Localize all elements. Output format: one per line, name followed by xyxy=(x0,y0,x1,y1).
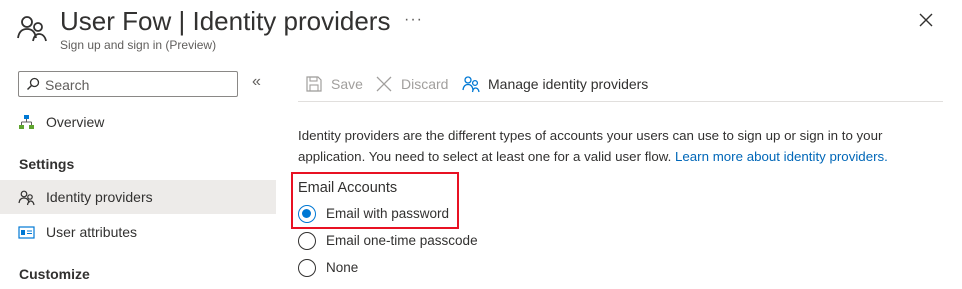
email-accounts-label: Email Accounts xyxy=(298,180,398,196)
more-options-button[interactable]: ··· xyxy=(404,11,423,29)
save-icon xyxy=(306,76,322,92)
discard-button[interactable]: Discard xyxy=(375,75,450,95)
sidebar-item-overview[interactable]: Overview xyxy=(0,105,276,139)
radio-label: Email one-time passcode xyxy=(326,233,478,248)
page-subtitle: Sign up and sign in (Preview) xyxy=(60,38,217,52)
manage-identity-providers-button[interactable]: Manage identity providers xyxy=(462,75,652,95)
sidebar-section-settings: Settings xyxy=(19,156,75,172)
learn-more-link[interactable]: Learn more about identity providers. xyxy=(675,149,888,164)
sidebar-section-customize: Customize xyxy=(19,266,90,282)
radio-email-with-password[interactable] xyxy=(298,205,316,223)
users-icon xyxy=(462,76,480,93)
page-title: User Fow | Identity providers xyxy=(60,5,390,37)
save-button[interactable]: Save xyxy=(305,75,365,95)
radio-label: None xyxy=(326,260,359,275)
sidebar-item-label: Identity providers xyxy=(46,189,153,205)
search-icon xyxy=(26,77,40,91)
search-input[interactable]: Search xyxy=(18,71,238,97)
hierarchy-icon xyxy=(18,114,35,131)
sidebar-item-label: User attributes xyxy=(46,224,138,240)
close-icon[interactable] xyxy=(916,10,936,30)
discard-label: Discard xyxy=(401,76,449,92)
page-title-main: User Fow xyxy=(60,6,172,36)
page-title-sub: Identity providers xyxy=(192,6,391,36)
sidebar-item-identity-providers[interactable]: Identity providers xyxy=(0,180,276,214)
id-card-icon xyxy=(18,224,35,241)
radio-email-one-time-passcode[interactable] xyxy=(298,232,316,250)
radio-label: Email with password xyxy=(326,206,450,221)
description-text: Identity providers are the different typ… xyxy=(298,125,928,167)
collapse-sidebar-button[interactable]: « xyxy=(252,73,261,91)
toolbar-divider xyxy=(298,101,943,102)
save-label: Save xyxy=(331,76,363,92)
search-placeholder: Search xyxy=(45,77,90,93)
title-separator: | xyxy=(178,6,186,36)
users-icon xyxy=(18,189,35,206)
sidebar-item-user-attributes[interactable]: User attributes xyxy=(0,215,276,249)
manage-identity-providers-label: Manage identity providers xyxy=(488,76,649,92)
radio-none[interactable] xyxy=(298,259,316,277)
users-icon xyxy=(16,12,48,44)
sidebar-item-label: Overview xyxy=(46,114,105,130)
close-icon xyxy=(376,76,392,92)
